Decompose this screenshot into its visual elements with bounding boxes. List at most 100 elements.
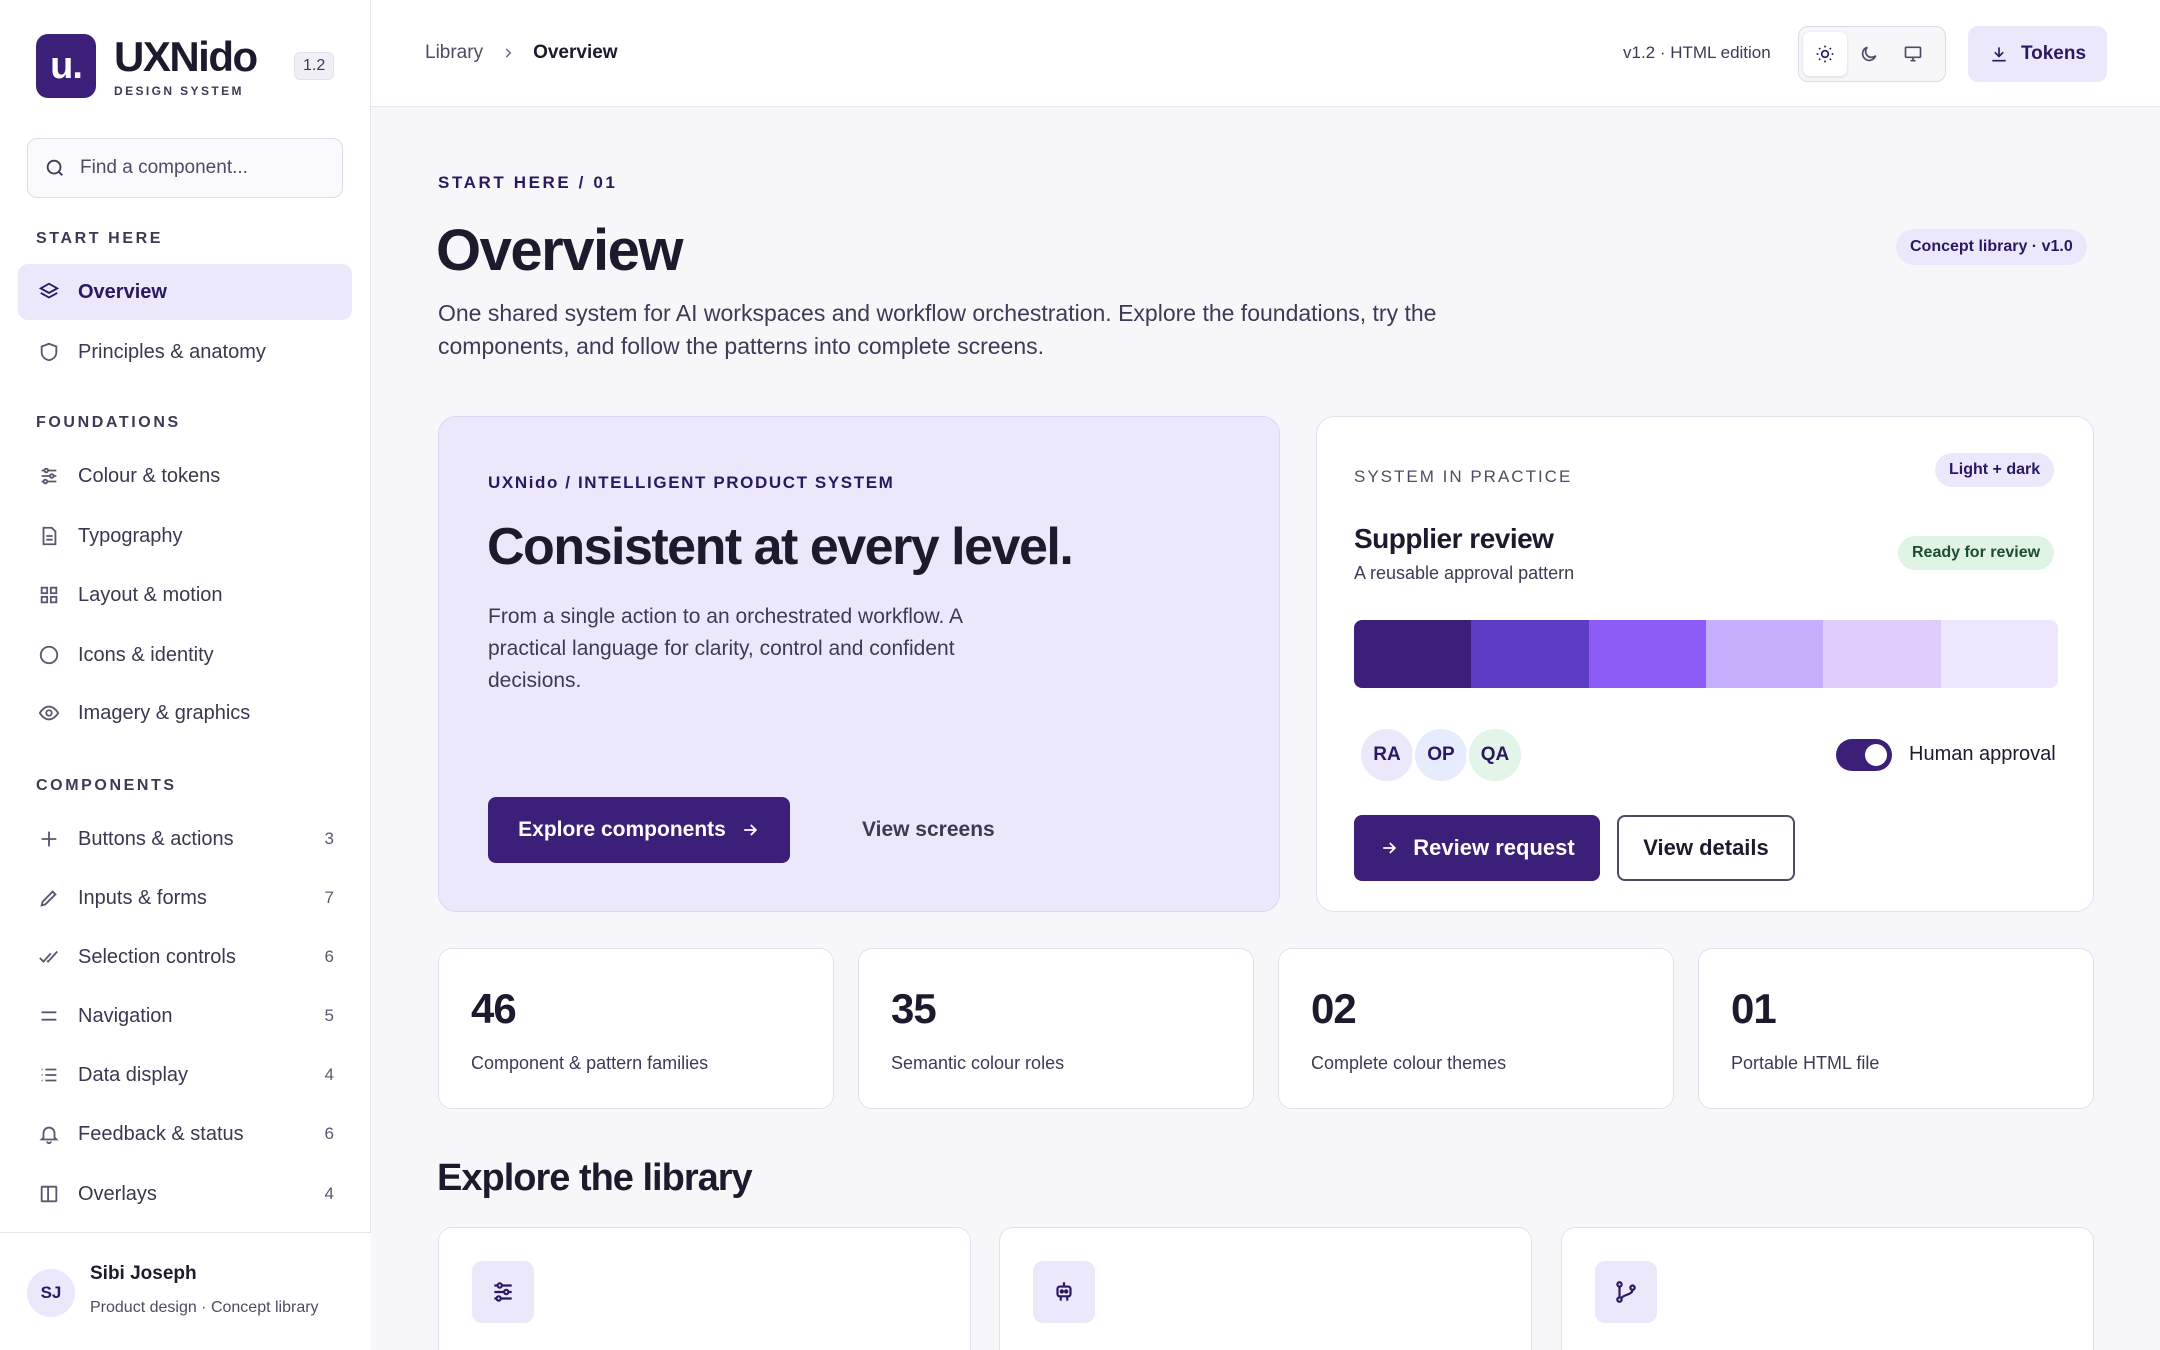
version-badge: 1.2 bbox=[294, 52, 335, 80]
sliders-icon bbox=[38, 465, 60, 487]
colour-swatch bbox=[1823, 620, 1941, 688]
colour-swatch bbox=[1705, 620, 1824, 688]
list-icon bbox=[38, 1064, 60, 1086]
stat-label: Semantic colour roles bbox=[891, 1053, 1065, 1073]
colour-swatch bbox=[1354, 620, 1472, 688]
human-approval-toggle[interactable] bbox=[1836, 739, 1892, 771]
practice-card: SYSTEM IN PRACTICE Light + dark Supplier… bbox=[1316, 416, 2094, 912]
practice-eyebrow: SYSTEM IN PRACTICE bbox=[1354, 467, 1573, 486]
sliders-icon bbox=[472, 1261, 534, 1323]
sidebar-item-icons[interactable]: Icons & identity bbox=[18, 627, 352, 683]
breadcrumb-library[interactable]: Library bbox=[425, 42, 483, 64]
search-input[interactable] bbox=[80, 157, 320, 179]
library-card[interactable] bbox=[1561, 1227, 2094, 1350]
sidebar-item-principles[interactable]: Principles & anatomy bbox=[18, 324, 352, 380]
sidebar-item-label: Icons & identity bbox=[78, 643, 214, 666]
library-card[interactable] bbox=[438, 1227, 971, 1350]
practice-subtitle: A reusable approval pattern bbox=[1354, 563, 1575, 583]
theme-switcher bbox=[1798, 26, 1946, 82]
page-title: Overview bbox=[436, 218, 683, 283]
sidebar-item-imagery[interactable]: Imagery & graphics bbox=[18, 685, 352, 741]
sidebar-item-feedback[interactable]: Feedback & status 6 bbox=[18, 1106, 352, 1162]
avatar: OP bbox=[1412, 726, 1470, 784]
sidebar-item-count: 5 bbox=[324, 1006, 334, 1025]
colour-swatch bbox=[1588, 620, 1706, 688]
sun-icon[interactable] bbox=[1803, 32, 1847, 76]
explore-components-button[interactable]: Explore components bbox=[488, 797, 790, 863]
user-profile[interactable]: SJ Sibi Joseph Product design · Concept … bbox=[0, 1232, 371, 1350]
brand-subtitle: DESIGN SYSTEM bbox=[114, 84, 244, 98]
search-icon bbox=[44, 157, 66, 179]
brand[interactable]: u. UXNido DESIGN SYSTEM bbox=[36, 34, 258, 98]
breadcrumb: Library Overview bbox=[425, 42, 618, 64]
hero-card: UXNido / INTELLIGENT PRODUCT SYSTEM Cons… bbox=[438, 416, 1280, 912]
stat-value: 02 bbox=[1311, 985, 1357, 1032]
sidebar-item-label: Typography bbox=[78, 524, 183, 547]
stat-card: 46 Component & pattern families bbox=[438, 948, 834, 1109]
sidebar-item-layout[interactable]: Layout & motion bbox=[18, 567, 352, 623]
nav-section-components: COMPONENTS bbox=[36, 777, 177, 794]
practice-title: Supplier review bbox=[1354, 523, 1554, 554]
toggle-knob bbox=[1865, 744, 1887, 766]
sidebar-item-label: Overview bbox=[78, 280, 167, 303]
colour-swatches bbox=[1354, 620, 2058, 688]
eye-icon bbox=[38, 702, 60, 724]
document-icon bbox=[38, 525, 60, 547]
sidebar-item-inputs[interactable]: Inputs & forms 7 bbox=[18, 870, 352, 926]
view-details-button[interactable]: View details bbox=[1617, 815, 1795, 881]
sidebar-item-label: Principles & anatomy bbox=[78, 340, 266, 363]
git-branch-icon bbox=[1595, 1261, 1657, 1323]
sidebar-item-overview[interactable]: Overview bbox=[18, 264, 352, 320]
sidebar-item-label: Buttons & actions bbox=[78, 827, 234, 850]
breadcrumb-current: Overview bbox=[533, 42, 618, 63]
tokens-label: Tokens bbox=[2020, 43, 2087, 64]
sidebar-item-label: Feedback & status bbox=[78, 1122, 244, 1145]
tokens-button[interactable]: Tokens bbox=[1968, 26, 2107, 82]
moon-icon[interactable] bbox=[1847, 32, 1891, 76]
sidebar-item-data-display[interactable]: Data display 4 bbox=[18, 1047, 352, 1103]
download-icon bbox=[1989, 44, 2009, 64]
sidebar-item-count: 3 bbox=[324, 829, 334, 848]
sidebar-item-navigation[interactable]: Navigation 5 bbox=[18, 988, 352, 1044]
shield-icon bbox=[38, 341, 60, 363]
sidebar-item-selection[interactable]: Selection controls 6 bbox=[18, 929, 352, 985]
view-screens-link[interactable]: View screens bbox=[862, 818, 995, 842]
user-role: Product design · Concept library bbox=[90, 1299, 319, 1316]
sidebar-item-count: 7 bbox=[324, 888, 334, 907]
stat-card: 35 Semantic colour roles bbox=[858, 948, 1254, 1109]
colour-swatch bbox=[1940, 620, 2058, 688]
page-intro: One shared system for AI workspaces and … bbox=[438, 300, 1437, 359]
library-card[interactable] bbox=[999, 1227, 1532, 1350]
toggle-label: Human approval bbox=[1909, 743, 2056, 765]
arrow-right-icon bbox=[740, 820, 760, 840]
sidebar-item-buttons[interactable]: Buttons & actions 3 bbox=[18, 811, 352, 867]
sidebar-item-colour[interactable]: Colour & tokens bbox=[18, 448, 352, 504]
nav-section-start-here: START HERE bbox=[36, 230, 164, 247]
logo: u. bbox=[36, 34, 96, 98]
bell-icon bbox=[38, 1123, 60, 1145]
sidebar-item-label: Overlays bbox=[78, 1182, 157, 1205]
panel-icon bbox=[38, 1183, 60, 1205]
sidebar-item-count: 6 bbox=[324, 1124, 334, 1143]
edition-label: v1.2 · HTML edition bbox=[1623, 43, 1771, 62]
sidebar-item-label: Data display bbox=[78, 1063, 189, 1086]
sidebar-item-label: Inputs & forms bbox=[78, 886, 207, 909]
review-request-button[interactable]: Review request bbox=[1354, 815, 1600, 881]
robot-icon bbox=[1033, 1261, 1095, 1323]
search-box[interactable] bbox=[27, 138, 343, 198]
concept-badge: Concept library · v1.0 bbox=[1896, 229, 2087, 265]
sidebar-item-label: Colour & tokens bbox=[78, 464, 221, 487]
stat-label: Component & pattern families bbox=[471, 1053, 709, 1073]
nav-section-foundations: FOUNDATIONS bbox=[36, 414, 181, 431]
sidebar-item-count: 6 bbox=[324, 947, 334, 966]
avatar-group: RA OP QA bbox=[1358, 726, 1524, 784]
explore-components-label: Explore components bbox=[518, 818, 726, 841]
status-badge: Ready for review bbox=[1898, 536, 2055, 570]
pencil-icon bbox=[38, 887, 60, 909]
sidebar-item-typography[interactable]: Typography bbox=[18, 508, 352, 564]
hero-description: From a single action to an orchestrated … bbox=[488, 605, 962, 692]
avatar: SJ bbox=[27, 1269, 75, 1317]
circle-icon bbox=[38, 644, 60, 666]
sidebar-item-overlays[interactable]: Overlays 4 bbox=[18, 1166, 352, 1222]
monitor-icon[interactable] bbox=[1891, 32, 1935, 76]
